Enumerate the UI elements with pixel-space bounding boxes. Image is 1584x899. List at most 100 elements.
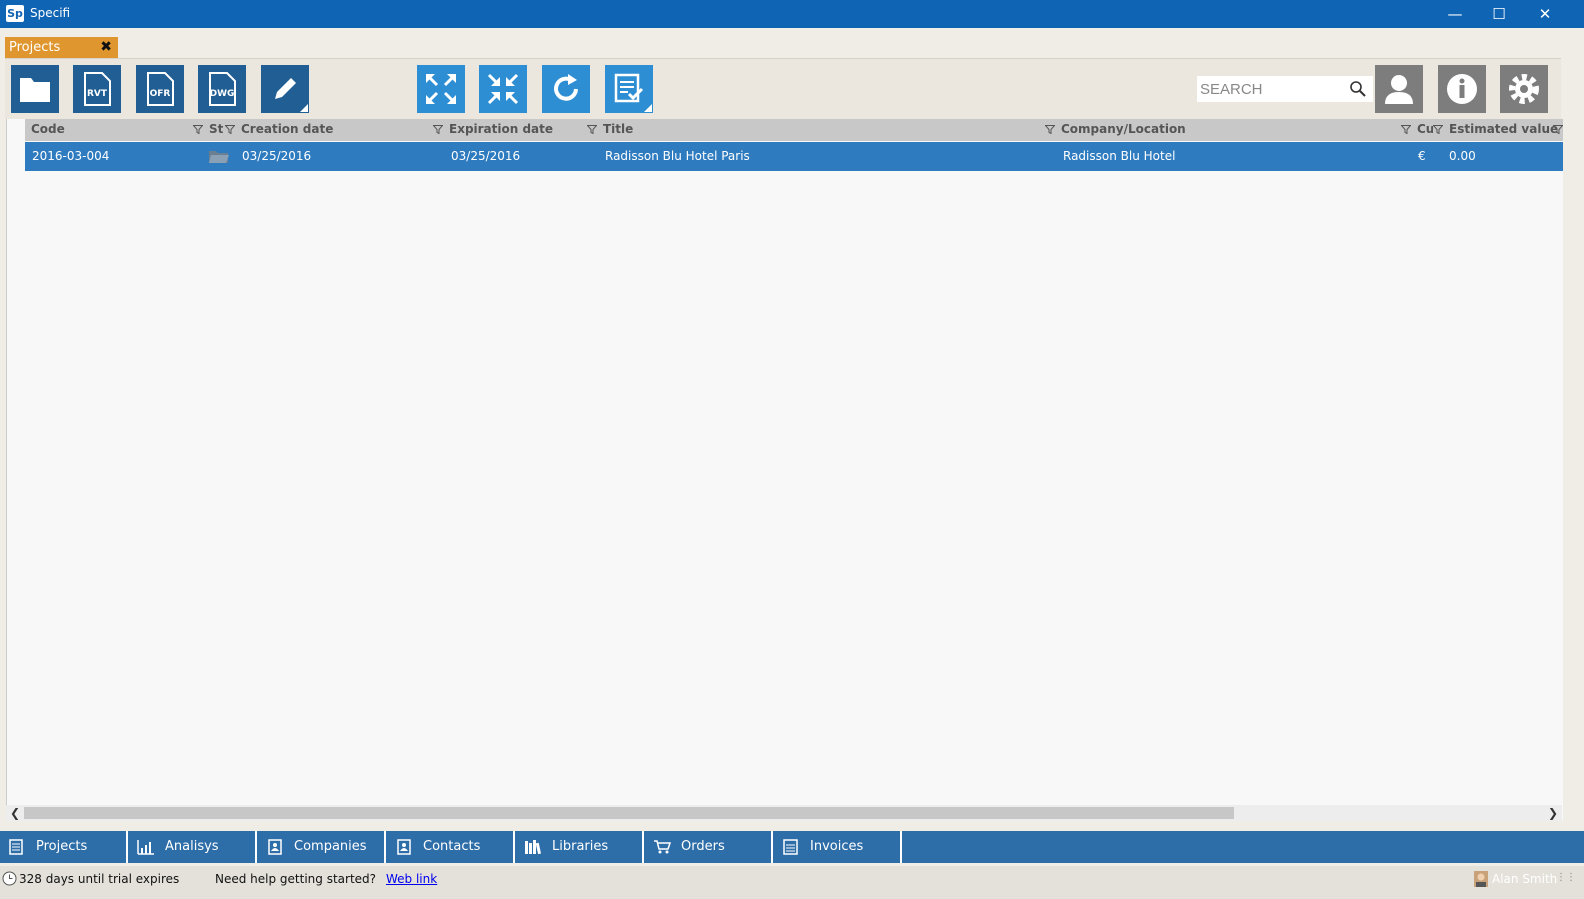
dwg-button[interactable]: DWG [198, 65, 246, 113]
column-creation-date[interactable]: Creation date [241, 122, 333, 136]
search-box [1197, 76, 1373, 102]
cell-title: Radisson Blu Hotel Paris [605, 149, 750, 163]
nav-projects[interactable]: Projects [0, 831, 128, 863]
pencil-icon [275, 78, 296, 99]
rvt-button[interactable]: RVT [73, 65, 121, 113]
web-link[interactable]: Web link [386, 872, 437, 886]
cell-estimated-value: 0.00 [1449, 149, 1476, 163]
checklist-icon [614, 73, 644, 103]
nav-contacts-label: Contacts [423, 839, 481, 854]
dwg-file-icon: DWG [209, 72, 236, 106]
close-window-button[interactable]: ✕ [1522, 0, 1568, 28]
document-list-icon [9, 839, 23, 855]
info-icon [1447, 74, 1477, 104]
column-currency[interactable]: Cu [1417, 122, 1433, 136]
tab-projects[interactable]: Projects ✖ [5, 37, 118, 58]
clock-icon [2, 871, 17, 886]
nav-invoices[interactable]: Invoices [774, 831, 902, 863]
checklist-button[interactable] [605, 65, 653, 113]
filter-icon[interactable] [193, 125, 203, 134]
cell-company: Radisson Blu Hotel [1063, 149, 1176, 163]
filter-icon[interactable] [1553, 125, 1563, 134]
rvt-label: RVT [87, 89, 108, 99]
edit-button[interactable] [261, 65, 309, 113]
table-row[interactable]: 2016-03-004 03/25/2016 03/25/2016 Radiss… [25, 142, 1563, 171]
scrollbar-thumb[interactable] [24, 807, 1234, 819]
column-title[interactable]: Title [603, 122, 633, 136]
avatar [1474, 871, 1488, 887]
gear-icon [1509, 74, 1539, 104]
ofr-label: OFR [150, 89, 171, 99]
scroll-right-icon[interactable]: ❯ [1548, 805, 1558, 821]
tab-projects-label: Projects [9, 40, 61, 55]
filter-icon[interactable] [587, 125, 597, 134]
filter-icon[interactable] [1401, 125, 1411, 134]
grid-header: Code Sta Creation date Expiration date T… [25, 119, 1563, 141]
nav-analisys-label: Analisys [165, 839, 219, 854]
help-text: Need help getting started? [215, 872, 377, 886]
user-icon [1385, 75, 1413, 104]
minimize-button[interactable]: — [1432, 0, 1478, 28]
cell-currency: € [1418, 149, 1426, 163]
open-folder-icon [209, 151, 229, 163]
column-expiration-date[interactable]: Expiration date [449, 122, 553, 136]
collapse-icon [487, 73, 519, 105]
nav-libraries-label: Libraries [552, 839, 609, 854]
rvt-file-icon: RVT [84, 72, 111, 106]
cell-creation-date: 03/25/2016 [242, 149, 312, 163]
ofr-button[interactable]: OFR [136, 65, 184, 113]
nav-companies[interactable]: Companies [258, 831, 386, 863]
close-tab-icon[interactable]: ✖ [100, 39, 112, 55]
refresh-icon [554, 74, 578, 101]
shopping-cart-icon [654, 840, 671, 854]
bar-chart-icon [137, 840, 154, 855]
open-folder-button[interactable] [11, 65, 59, 113]
ofr-file-icon: OFR [147, 72, 174, 106]
user-button[interactable] [1375, 65, 1423, 113]
dwg-label: DWG [210, 89, 235, 99]
trial-status: 328 days until trial expires [19, 872, 180, 886]
status-bar: 328 days until trial expires Need help g… [0, 866, 1584, 899]
resize-grip-icon[interactable]: ⋮⋮ [1556, 872, 1576, 883]
cell-expiration-date: 03/25/2016 [451, 149, 521, 163]
nav-companies-label: Companies [294, 839, 367, 854]
column-company-location[interactable]: Company/Location [1061, 122, 1186, 136]
column-status[interactable]: Sta [209, 122, 223, 136]
app-icon: Sp [6, 5, 24, 22]
user-name: Alan Smith [1492, 872, 1558, 886]
nav-libraries[interactable]: Libraries [516, 831, 644, 863]
column-estimated-value[interactable]: Estimated value [1449, 122, 1558, 136]
nav-orders-label: Orders [681, 839, 725, 854]
filter-icon[interactable] [433, 125, 443, 134]
nav-invoices-label: Invoices [810, 839, 864, 854]
nav-projects-label: Projects [36, 839, 88, 854]
cell-code: 2016-03-004 [32, 149, 110, 163]
nav-analisys[interactable]: Analisys [129, 831, 257, 863]
bottom-nav: Projects Analisys Companies Contacts Lib… [0, 831, 1584, 863]
info-button[interactable] [1438, 65, 1486, 113]
nav-contacts[interactable]: Contacts [387, 831, 515, 863]
search-input[interactable] [1200, 79, 1346, 99]
address-book-icon [268, 839, 282, 855]
filter-icon[interactable] [1045, 125, 1055, 134]
settings-button[interactable] [1500, 65, 1548, 113]
nav-orders[interactable]: Orders [645, 831, 773, 863]
folder-icon [20, 78, 50, 102]
column-code[interactable]: Code [31, 122, 65, 136]
filter-icon[interactable] [1433, 125, 1443, 134]
search-icon[interactable] [1349, 80, 1367, 98]
projects-grid: Code Sta Creation date Expiration date T… [6, 119, 1563, 821]
library-icon [525, 840, 541, 855]
maximize-button[interactable]: ☐ [1476, 0, 1522, 28]
collapse-all-button[interactable] [479, 65, 527, 113]
invoice-icon [783, 839, 798, 855]
filter-icon[interactable] [225, 125, 235, 134]
horizontal-scrollbar[interactable]: ❮ ❯ [6, 805, 1562, 821]
title-bar: Sp Specifi — ☐ ✕ [0, 0, 1584, 28]
expand-icon [426, 74, 456, 104]
scroll-left-icon[interactable]: ❮ [10, 805, 20, 821]
expand-all-button[interactable] [417, 65, 465, 113]
window-title: Specifi [30, 6, 71, 20]
toolbar: RVT OFR DWG [5, 58, 1561, 119]
refresh-button[interactable] [542, 65, 590, 113]
